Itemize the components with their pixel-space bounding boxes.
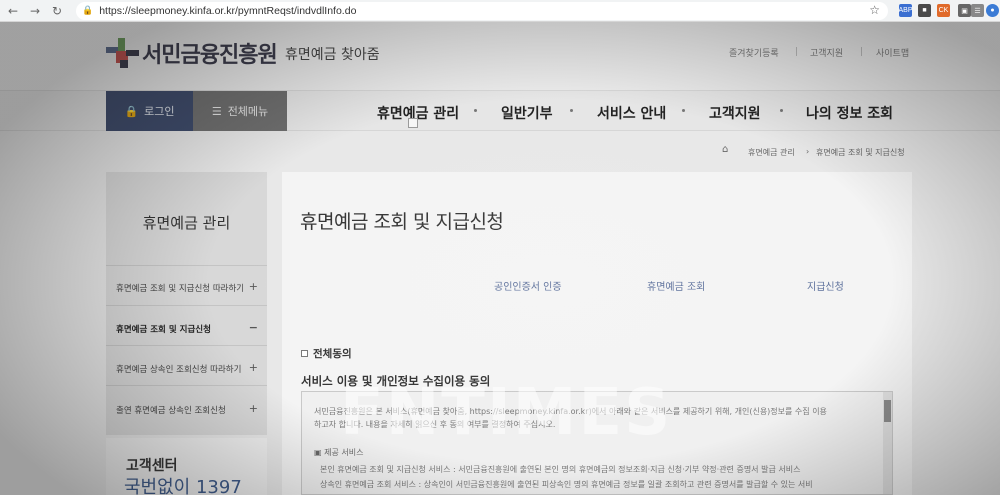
site-header: 서민금융진흥원 휴면예금 찾아줌 즐겨찾기등록 고객지원 사이트맵 [0, 22, 1000, 91]
gnb-item-myinfo[interactable]: 나의 정보 조회 [806, 103, 893, 123]
side-nav-title: 휴면예금 관리 [142, 214, 231, 232]
terms-scrollbar[interactable] [883, 392, 892, 494]
customer-center-box: 고객센터 국번없이 1397 [106, 438, 267, 495]
main-navigation: 🔒 로그인 ☰ 전체메뉴 휴면예금 관리 일반기부 서비스 안내 고객지원 나의… [0, 91, 1000, 131]
util-separator [796, 47, 797, 56]
page-title: 휴면예금 조회 및 지급신청 [300, 211, 504, 233]
customer-center-title: 고객센터 [126, 458, 178, 474]
login-label: 로그인 [144, 105, 175, 118]
gnb-item-service[interactable]: 서비스 안내 [597, 103, 666, 123]
side-nav-item[interactable]: 휴면예금 조회 및 지급신청 따라하기 + [116, 280, 266, 294]
side-nav-item[interactable]: 출연 휴면예금 상속인 조회신청 + [116, 402, 266, 416]
side-nav-item-label: 휴면예금 상속인 조회신청 따라하기 [116, 365, 242, 375]
side-navigation: 휴면예금 관리 휴면예금 조회 및 지급신청 따라하기 + 휴면예금 조회 및 … [106, 172, 267, 435]
customer-center-phone: 국번없이 1397 [124, 477, 242, 495]
reload-icon[interactable]: ↻ [48, 2, 66, 20]
agree-all-label: 전체동의 [313, 348, 352, 360]
util-link-sitemap[interactable]: 사이트맵 [876, 46, 909, 59]
collapse-minus-icon: − [248, 321, 258, 334]
util-separator [861, 47, 862, 56]
gnb-item-support[interactable]: 고객지원 [709, 103, 761, 123]
address-url: https://sleepmoney.kinfa.or.kr/pymntReqs… [99, 5, 357, 17]
extension-icon[interactable]: ☰ [971, 4, 984, 17]
site-name[interactable]: 휴면예금 찾아줌 [285, 44, 380, 64]
gnb-separator [474, 109, 477, 112]
step-certificate: 공인인증서 인증 [494, 282, 562, 293]
agree-all-checkbox[interactable]: 전체동의 [301, 346, 352, 361]
profile-avatar[interactable]: ● [986, 4, 999, 17]
gnb-separator [780, 109, 783, 112]
side-nav-item-label: 출연 휴면예금 상속인 조회신청 [116, 406, 226, 416]
step-inquiry: 휴면예금 조회 [647, 282, 706, 293]
breadcrumb-item[interactable]: 휴면예금 관리 [748, 147, 795, 158]
expand-plus-icon: + [248, 361, 258, 374]
breadcrumb-current: 휴면예금 조회 및 지급신청 [816, 148, 905, 157]
extension-icon[interactable]: ABP [899, 4, 913, 17]
gnb-separator [682, 109, 685, 112]
bookmark-star-icon[interactable]: ☆ [869, 3, 880, 17]
all-menu-button[interactable]: ☰ 전체메뉴 [193, 91, 287, 131]
extension-icon[interactable]: CK [937, 4, 950, 17]
broken-image-icon [408, 118, 418, 128]
util-link-support[interactable]: 고객지원 [810, 46, 843, 59]
side-nav-item-active[interactable]: 휴면예금 조회 및 지급신청 − [116, 321, 266, 335]
divider [106, 345, 267, 346]
logo-text[interactable]: 서민금융진흥원 [142, 37, 278, 69]
scrollbar-thumb[interactable] [884, 400, 891, 422]
extension-icon[interactable]: ▣ [958, 4, 971, 17]
gnb-item-donation[interactable]: 일반기부 [501, 103, 553, 123]
terms-line: 상속인 휴면예금 조회 서비스 : 상속인이 서민금융진흥원에 출연된 피상속인… [320, 480, 813, 489]
divider [106, 305, 267, 306]
kinfa-logo-icon[interactable] [106, 38, 140, 68]
checkbox-icon[interactable] [301, 350, 308, 357]
forward-icon[interactable]: → [26, 2, 44, 20]
extension-icon[interactable]: ■ [918, 4, 931, 17]
expand-plus-icon: + [248, 402, 258, 415]
divider [106, 265, 267, 266]
hamburger-icon: ☰ [211, 104, 222, 118]
terms-line: 본인 휴면예금 조회 및 지급신청 서비스 : 서민금융진흥원에 출연된 본인 … [320, 465, 801, 474]
home-icon[interactable]: ⌂ [722, 144, 728, 155]
expand-plus-icon: + [248, 280, 258, 293]
util-link-bookmark[interactable]: 즐겨찾기등록 [729, 46, 779, 59]
divider [106, 385, 267, 386]
lock-icon: 🔒 [124, 104, 139, 118]
step-payment-request: 지급신청 [807, 282, 844, 293]
side-nav-item[interactable]: 휴면예금 상속인 조회신청 따라하기 + [116, 361, 266, 375]
address-bar[interactable]: 🔒 https://sleepmoney.kinfa.or.kr/pymntRe… [76, 2, 888, 20]
watermark-text: FNTIMES [340, 376, 673, 450]
breadcrumb-separator: › [806, 147, 810, 156]
all-menu-label: 전체메뉴 [227, 105, 269, 118]
side-nav-item-label: 휴면예금 조회 및 지급신청 [116, 325, 211, 335]
gnb-item-dormant[interactable]: 휴면예금 관리 [377, 103, 459, 123]
lock-icon: 🔒 [82, 6, 94, 16]
back-icon[interactable]: ← [4, 2, 22, 20]
login-button[interactable]: 🔒 로그인 [106, 91, 193, 131]
gnb-separator [570, 109, 573, 112]
side-nav-item-label: 휴면예금 조회 및 지급신청 따라하기 [116, 284, 245, 294]
